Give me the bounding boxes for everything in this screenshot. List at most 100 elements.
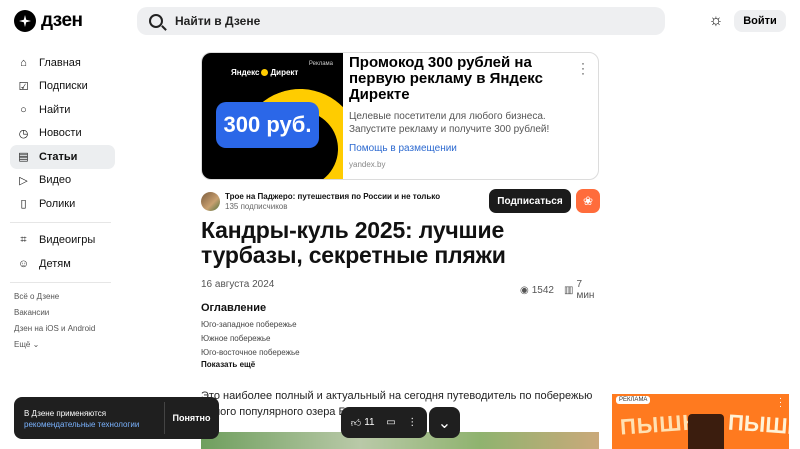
sun-icon: ☼ [708,12,724,29]
sidebar-item-label: Видеоигры [39,234,96,247]
search-bar[interactable] [137,7,665,35]
sidebar-item-label: Найти [39,103,71,116]
side-ad-word-right: ПЫШК [727,409,789,440]
comment-icon: ▭ [386,417,396,428]
toc-show-more[interactable]: Показать ещё [201,360,255,369]
thumbs-up-icon: 👍︎ [350,417,362,429]
footer-link[interactable]: Вакансии [14,305,115,321]
sidebar: ⌂ Главная ☑ Подписки ○ Найти ◷ Новости ▤ Статьи ▷ В… [10,51,115,353]
theme-toggle-button[interactable]: ☼ [707,12,725,30]
channel-avatar[interactable] [201,192,220,211]
sidebar-item-label: Главная [39,56,81,69]
channel-name[interactable]: Трое на Паджеро: путешествия по России и… [225,192,440,201]
article-title: Кандры-куль 2025: лучшие турбазы, секрет… [201,217,506,268]
channel-subscribers: 135 подписчиков [225,202,288,211]
eye-icon: ◉ [520,284,529,296]
sidebar-item-label: Статьи [39,150,78,163]
sidebar-divider [10,281,111,283]
more-vertical-icon: ⋮ [407,417,418,428]
sidebar-item-label: Детям [39,257,71,270]
sidebar-item[interactable]: ▤ Статьи [10,145,115,169]
ad-card[interactable]: Реклама Яндекс Директ 300 руб. Промокод 3… [201,52,599,180]
sidebar-item[interactable]: ☑ Подписки [10,75,115,99]
toc-title: Оглавление [201,302,267,314]
sidebar-item[interactable]: ○ Найти [10,98,115,122]
ad-image-tag: Реклама [308,61,333,67]
sidebar-item[interactable]: ◷ Новости [10,122,115,146]
footer-link[interactable]: Всё о Дзене [14,289,115,305]
read-time: 7 мин [576,279,595,301]
shorts-icon: ▯ [20,198,27,211]
ad-description: Целевые посетители для любого бизнеса. З… [349,111,550,135]
logo-text: дзен [41,10,83,31]
book-icon: ▥ [563,284,574,296]
ad-title[interactable]: Промокод 300 рублей на первую рекламу в … [349,55,579,103]
channel-chat-button[interactable]: ❀ [576,189,600,213]
yandex-direct-logo-icon [261,69,269,76]
sidebar-divider [10,221,111,223]
like-button[interactable]: 👍︎ 11 [351,417,375,429]
sidebar-item-label: Подписки [39,80,88,93]
kids-icon: ☺ [17,257,30,270]
toc-list: Юго-западное побережье Южное побережье Юго… [201,317,300,359]
home-icon: ⌂ [20,56,27,69]
comments-button[interactable]: ▭ [386,417,395,428]
side-ad-tag: РЕКЛАМА [616,396,651,404]
notice-link[interactable]: рекомендательные технологии [24,420,139,429]
footer-link[interactable]: Ещё ⌄ [14,337,115,353]
read-time-stat: ▥ 7 мин [564,279,600,301]
subscriptions-icon: ☑ [18,80,29,93]
toc-item[interactable]: Юго-восточное побережье [201,345,300,359]
dzen-logo[interactable]: дзен [14,10,83,32]
login-button[interactable]: Войти [734,10,786,32]
ad-more-icon[interactable]: · · · [580,57,586,79]
sidebar-item-label: Видео [39,174,72,187]
ad-link[interactable]: Помощь в размещении [349,143,579,154]
sidebar-item[interactable]: ⌗ Видеоигры [10,229,115,253]
sidebar-item[interactable]: ⌂ Главная [10,51,115,75]
views-count: 1542 [531,284,554,296]
subscribe-button[interactable]: Подписаться [489,189,571,213]
ad-body: Промокод 300 рублей на первую рекламу в … [349,55,579,170]
gamepad-icon: ⌗ [20,233,27,246]
search-input[interactable] [175,14,635,28]
notice-message: В Дзене применяются [24,409,107,418]
notice-divider [164,402,165,434]
views-stat: ◉ 1542 [520,279,554,301]
side-ad-product-image [688,414,724,449]
side-ad-more-icon[interactable]: · · · [778,394,783,412]
ad-brand-part: Яндекс [231,68,260,77]
sidebar-item-label: Новости [39,127,82,140]
side-ad-word-left: ПЫШК [619,409,698,440]
ad-price-badge: 300 руб. [216,102,319,148]
sidebar-item[interactable]: ▯ Ролики [10,192,115,216]
side-ad-banner[interactable]: РЕКЛАМА · · · ПЫШК ПЫШК [612,394,789,449]
recommendation-notice: В Дзене применяются рекомендательные тех… [14,397,219,439]
ad-image[interactable]: Реклама Яндекс Директ 300 руб. [202,53,343,179]
notice-ok-button[interactable]: Понятно [169,405,214,431]
toc-item[interactable]: Юго-западное побережье [201,317,300,331]
chat-icon: ❀ [582,194,594,208]
articles-icon: ▤ [18,151,29,164]
notice-text: В Дзене применяются рекомендательные тех… [24,408,169,430]
sidebar-item[interactable]: ☺ Детям [10,252,115,276]
article-action-bar: 👍︎ 11 ▭ ⋮ [341,407,427,438]
scroll-down-button[interactable]: ⌄ [429,407,460,438]
article-date: 16 августа 2024 [201,279,275,290]
video-icon: ▷ [19,174,28,187]
ad-domain: yandex.by [349,160,386,169]
sidebar-item-label: Ролики [39,197,76,210]
ad-brand: Яндекс Директ [231,68,298,77]
search-icon [149,14,163,28]
channel-row: Трое на Паджеро: путешествия по России и… [201,189,600,215]
more-button[interactable]: ⋮ [407,417,417,428]
ad-brand-part: Директ [270,68,299,77]
news-icon: ◷ [18,127,29,140]
toc-item[interactable]: Южное побережье [201,331,300,345]
search-icon: ○ [20,103,27,116]
footer-link[interactable]: Дзен на iOS и Android [14,321,115,337]
sidebar-item[interactable]: ▷ Видео [10,169,115,193]
like-count: 11 [364,417,375,428]
article-stats: ◉ 1542 ▥ 7 мин [520,279,600,301]
double-chevron-down-icon: ⌄ [437,414,452,432]
